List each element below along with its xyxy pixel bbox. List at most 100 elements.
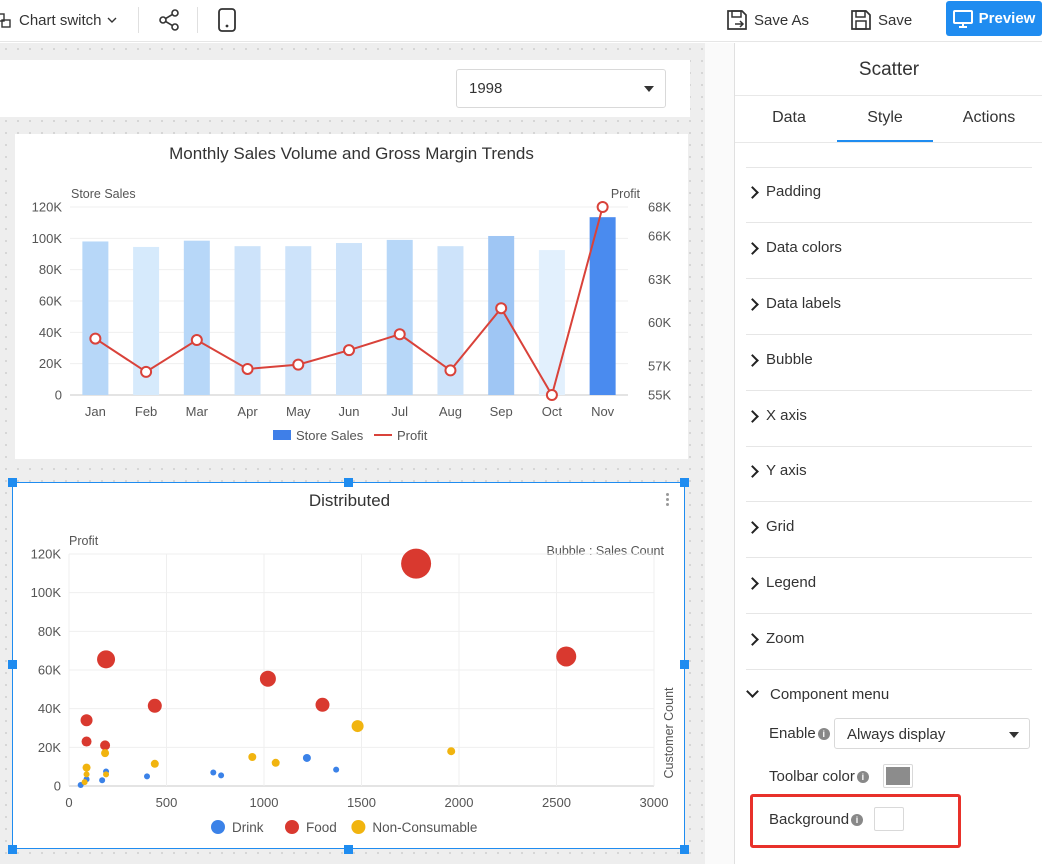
save-as-icon (727, 10, 747, 30)
bubble (81, 779, 88, 786)
x-tick-label: 0 (65, 795, 72, 810)
section-label: Y axis (766, 462, 807, 479)
chart-switch-button[interactable]: Chart switch (0, 0, 118, 40)
section-label: Bubble (766, 351, 813, 368)
x-tick-label: Mar (186, 404, 209, 419)
x-tick-label: May (286, 404, 311, 419)
chevron-right-icon (746, 410, 759, 423)
resize-handle[interactable] (344, 845, 353, 854)
resize-handle[interactable] (680, 845, 689, 854)
section-label: Grid (766, 518, 795, 535)
right-tick-label: 66K (648, 228, 671, 243)
save-as-button[interactable]: Save As (726, 0, 809, 40)
panel-tabs: Data Style Actions (735, 95, 1042, 143)
tab-style[interactable]: Style (837, 96, 933, 142)
section-label: Padding (766, 183, 822, 200)
bubble (447, 747, 456, 756)
resize-handle[interactable] (8, 845, 17, 854)
bubble (150, 759, 159, 768)
line-point (241, 362, 254, 375)
info-icon[interactable]: i (856, 770, 869, 783)
enable-label: Enable i (769, 725, 830, 742)
section-label: Legend (766, 574, 817, 591)
line-point (140, 365, 153, 378)
section-label: Component menu (770, 686, 890, 703)
section-label: Zoom (766, 630, 805, 647)
x-tick-label: 3000 (640, 795, 669, 810)
section-bubble[interactable]: Bubble (746, 335, 1032, 391)
resize-handle[interactable] (8, 660, 17, 669)
scatter-chart-card[interactable]: Distributed Profit Bubble : Sales Count Cu… (12, 482, 685, 849)
preview-label: Preview (978, 10, 1036, 27)
section-y-axis[interactable]: Y axis (746, 446, 1032, 502)
section-data-colors[interactable]: Data colors (746, 223, 1032, 279)
x-tick-label: Sep (490, 404, 513, 419)
info-icon[interactable]: i (817, 727, 830, 740)
toolbar-color-fill (886, 767, 910, 785)
left-tick-label: 100K (32, 231, 63, 246)
right-tick-label: 55K (648, 388, 671, 403)
bar (82, 241, 109, 395)
enable-select[interactable]: Always display (834, 718, 1030, 749)
toolbar-color-swatch[interactable] (883, 764, 913, 788)
right-axis-title: Profit (611, 187, 641, 201)
tab-data[interactable]: Data (745, 96, 833, 142)
bubble-note: Bubble : Sales Count (547, 544, 665, 558)
bar (336, 243, 362, 395)
share-icon (159, 9, 179, 31)
resize-handle[interactable] (680, 478, 689, 487)
collapsed-section-partial[interactable] (746, 144, 1032, 168)
section-padding[interactable]: Padding (746, 167, 1032, 223)
section-zoom[interactable]: Zoom (746, 614, 1032, 670)
bubble (248, 753, 257, 761)
left-tick-label: 40K (39, 325, 62, 340)
save-button[interactable]: Save (850, 0, 912, 40)
section-legend[interactable]: Legend (746, 558, 1032, 614)
right-axis-title: Customer Count (662, 687, 676, 779)
chevron-down-icon (107, 17, 117, 23)
left-axis-title: Store Sales (71, 187, 136, 201)
right-tick-label: 60K (648, 315, 671, 330)
resize-handle[interactable] (8, 478, 17, 487)
section-x-axis[interactable]: X axis (746, 391, 1032, 447)
tab-actions[interactable]: Actions (945, 96, 1033, 142)
legend-label: Non-Consumable (372, 820, 477, 835)
share-button[interactable] (157, 0, 181, 40)
year-select[interactable]: 1998 (456, 69, 666, 108)
chevron-right-icon (746, 298, 759, 311)
resize-handle[interactable] (680, 660, 689, 669)
section-label: Data labels (766, 295, 842, 312)
resize-handle[interactable] (344, 478, 353, 487)
bubble (81, 736, 92, 747)
y-tick-label: 100K (31, 585, 62, 600)
bubble (101, 749, 110, 758)
bubble (315, 697, 330, 712)
x-tick-label: 2000 (445, 795, 474, 810)
x-tick-label: Jan (85, 404, 106, 419)
x-tick-label: Feb (135, 404, 157, 419)
chevron-right-icon (746, 577, 759, 590)
x-tick-label: Aug (439, 404, 462, 419)
left-tick-label: 60K (39, 294, 62, 309)
x-tick-label: 1500 (347, 795, 376, 810)
x-tick-label: Nov (591, 404, 615, 419)
bubble (218, 772, 225, 779)
bubble (351, 720, 364, 733)
bubble (83, 771, 90, 778)
section-label: Data colors (766, 239, 842, 256)
y-tick-label: 60K (38, 663, 61, 678)
scatter-chart: Profit Bubble : Sales Count Customer Count… (31, 534, 676, 835)
chevron-right-icon (746, 354, 759, 367)
left-tick-label: 20K (39, 356, 62, 371)
line-point (89, 332, 102, 345)
left-tick-label: 120K (32, 200, 63, 215)
bar (285, 246, 312, 395)
section-data-labels[interactable]: Data labels (746, 279, 1032, 335)
sales-trend-chart-card[interactable]: Monthly Sales Volume and Gross Margin Tr… (15, 134, 688, 459)
x-tick-label: Jul (391, 404, 408, 419)
section-grid[interactable]: Grid (746, 502, 1032, 558)
mobile-layout-button[interactable] (217, 0, 237, 40)
x-tick-label: 500 (156, 795, 178, 810)
bubble (259, 670, 276, 687)
preview-button[interactable]: Preview (946, 1, 1042, 36)
